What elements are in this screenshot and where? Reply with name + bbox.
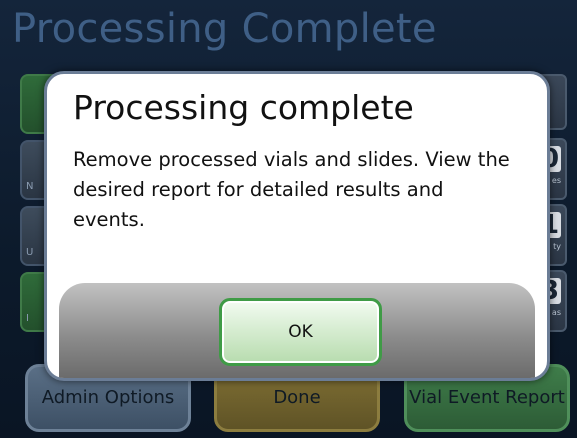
counter-label: ty xyxy=(553,242,561,251)
dialog-message: Remove processed vials and slides. View … xyxy=(73,148,510,231)
dialog-title: Processing complete xyxy=(73,88,414,127)
left-panel-label: I xyxy=(26,313,29,324)
left-panel-label: U xyxy=(26,247,34,258)
left-panel-label: N xyxy=(26,181,34,192)
ok-button[interactable]: OK xyxy=(219,298,382,366)
counter-label: as xyxy=(551,308,561,317)
counter-label: es xyxy=(551,176,561,185)
page-title: Processing Complete xyxy=(12,6,437,52)
processing-complete-dialog: Processing complete Remove processed via… xyxy=(44,71,550,381)
